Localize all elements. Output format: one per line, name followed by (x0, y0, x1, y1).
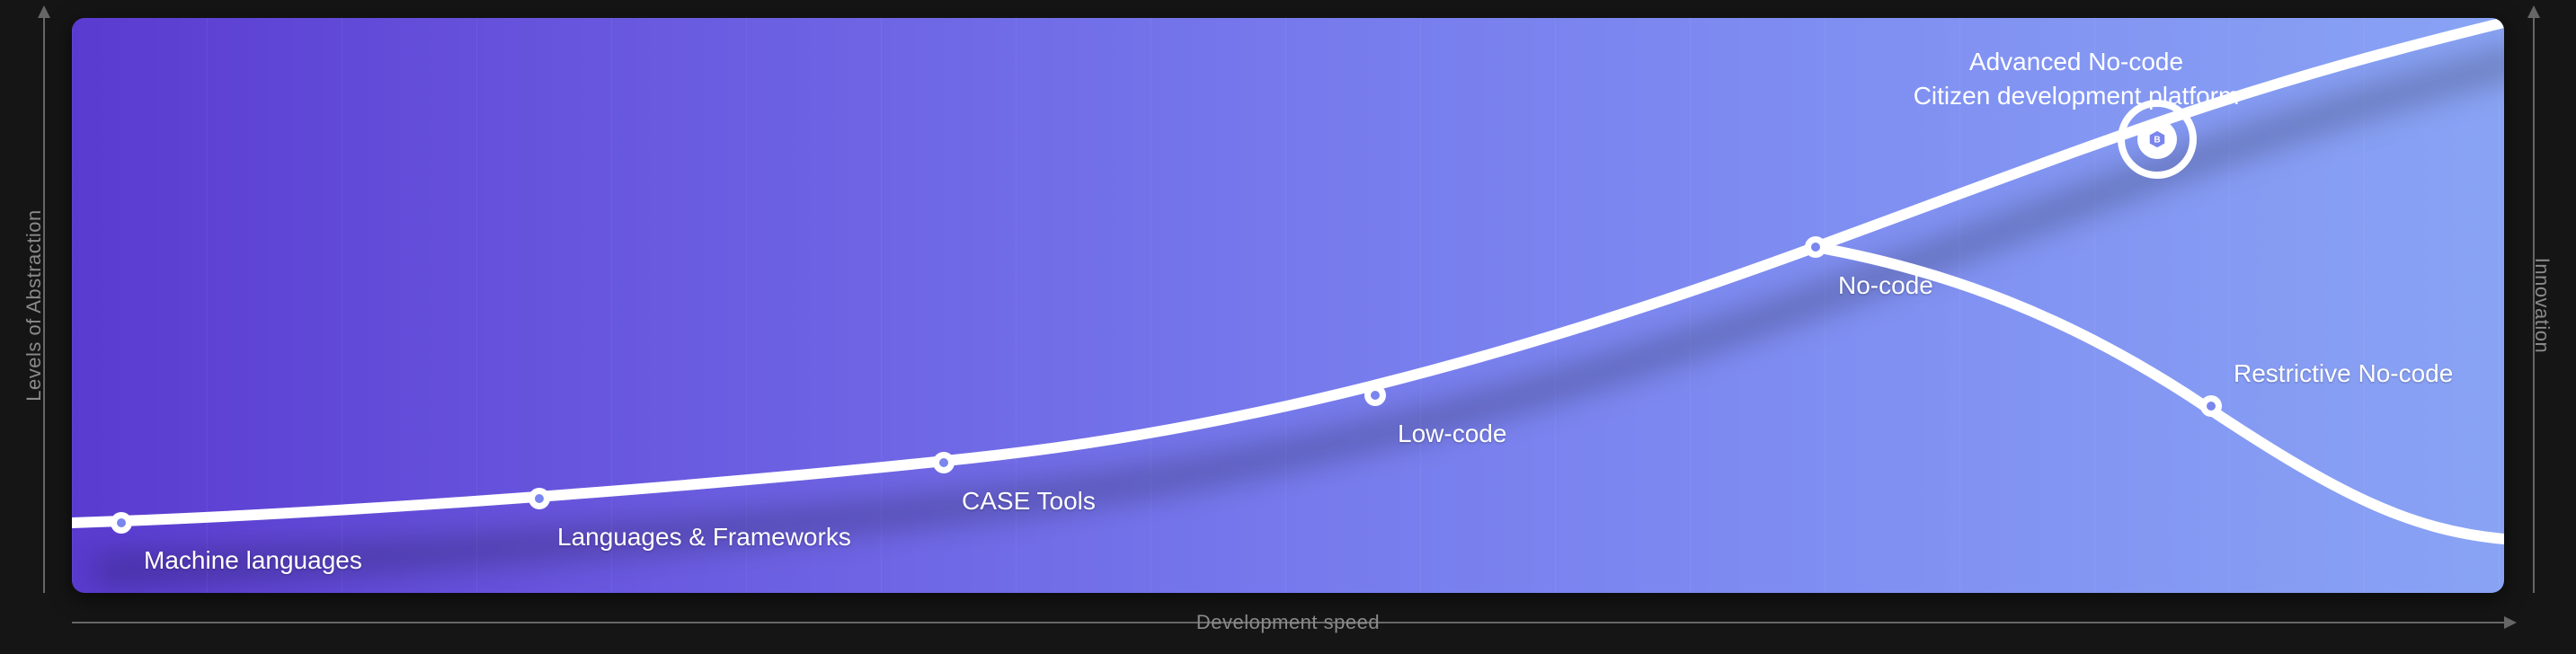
y-axis-left-label: Levels of Abstraction (22, 209, 46, 402)
label-low-code: Low-code (1398, 420, 1506, 448)
point-advanced-no-code: B (2118, 100, 2197, 179)
svg-text:B: B (2154, 136, 2160, 146)
x-axis-dash-left (1155, 622, 1180, 623)
x-axis-label-wrap: Development speed (72, 611, 2504, 634)
label-advanced-line1: Advanced No-code (1914, 45, 2240, 79)
y-axis-left-arrow (38, 5, 50, 18)
point-restrictive-no-code (2200, 395, 2222, 417)
point-machine-languages (111, 512, 132, 534)
y-axis-right-arrow (2527, 5, 2540, 18)
point-languages-frameworks (529, 488, 550, 509)
x-axis-label: Development speed (1196, 611, 1380, 634)
x-axis-dash-right (1396, 622, 1421, 623)
advanced-marker-icon: B (2137, 119, 2177, 159)
label-no-code: No-code (1838, 271, 1933, 300)
label-restrictive-no-code: Restrictive No-code (2234, 359, 2453, 388)
label-machine-languages: Machine languages (144, 546, 362, 575)
label-advanced-no-code: Advanced No-code Citizen development pla… (1914, 45, 2240, 113)
label-languages-frameworks: Languages & Frameworks (557, 523, 851, 552)
label-advanced-line2: Citizen development platform (1914, 79, 2240, 113)
y-axis-right-label: Innovation (2530, 258, 2554, 354)
point-case-tools (933, 452, 955, 473)
point-low-code (1364, 384, 1386, 406)
chart-stage: Machine languages Languages & Frameworks… (0, 0, 2576, 654)
point-no-code (1805, 236, 1826, 258)
x-axis-arrow (2504, 616, 2517, 629)
plot-area: Machine languages Languages & Frameworks… (72, 18, 2504, 593)
label-case-tools: CASE Tools (962, 487, 1096, 516)
